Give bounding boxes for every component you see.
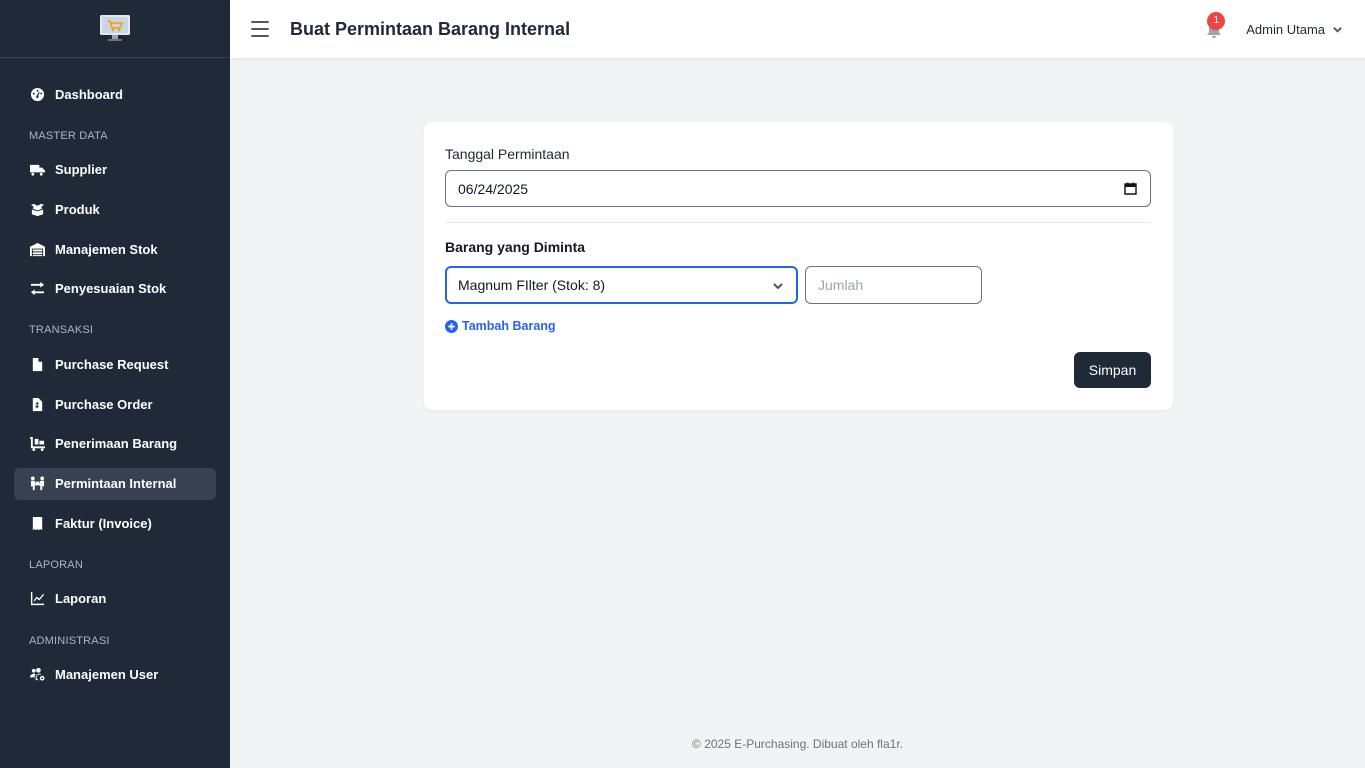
gauge-icon — [29, 86, 45, 102]
header-right: 1 Admin Utama — [1204, 0, 1343, 58]
box-icon — [29, 201, 45, 217]
sidebar-item-manajemen-stok[interactable]: Manajemen Stok — [14, 233, 216, 265]
sidebar-item-purchase-order[interactable]: Purchase Order — [14, 388, 216, 420]
add-item-label: Tambah Barang — [462, 319, 556, 333]
sidebar-item-manajemen-user[interactable]: Manajemen User — [14, 659, 216, 691]
date-field[interactable]: 06/24/2025 — [445, 170, 1151, 207]
file-invoice-icon — [29, 396, 45, 412]
chevron-down-icon — [1333, 26, 1342, 33]
file-icon — [29, 356, 45, 372]
arrows-exchange-icon — [29, 281, 45, 297]
sidebar-item-dashboard[interactable]: Dashboard — [14, 78, 216, 110]
section-title-master-data: MASTER DATA — [29, 129, 108, 142]
divider — [445, 222, 1151, 223]
add-item-button[interactable]: Tambah Barang — [445, 319, 556, 333]
sidebar-logo[interactable] — [0, 0, 230, 58]
plus-circle-icon — [445, 319, 458, 333]
receipt-icon — [29, 515, 45, 531]
item-select[interactable]: Magnum FIlter (Stok: 8) — [445, 266, 798, 304]
sidebar-item-produk[interactable]: Produk — [14, 193, 216, 225]
section-title-transaksi: TRANSAKSI — [29, 324, 94, 337]
sidebar-item-label: Manajemen User — [55, 667, 159, 683]
sidebar-item-penerimaan-barang[interactable]: Penerimaan Barang — [14, 428, 216, 460]
notification-badge: 1 — [1207, 12, 1226, 30]
sidebar: Dashboard MASTER DATA Supplier Produk Ma… — [0, 0, 230, 768]
sidebar-item-label: Manajemen Stok — [55, 241, 158, 257]
date-label: Tanggal Permintaan — [445, 146, 570, 162]
notification-bell-icon[interactable]: 1 — [1204, 12, 1226, 39]
footer-text: © 2025 E-Purchasing. Dibuat oleh fla1r. — [692, 737, 903, 751]
sidebar-item-label: Faktur (Invoice) — [55, 515, 152, 531]
sidebar-item-label: Penyesuaian Stok — [55, 281, 167, 297]
save-button[interactable]: Simpan — [1074, 352, 1151, 388]
sidebar-item-label: Laporan — [55, 591, 107, 607]
date-value: 06/24/2025 — [458, 180, 529, 197]
section-title-laporan: LAPORAN — [29, 558, 83, 571]
sidebar-item-purchase-request[interactable]: Purchase Request — [14, 348, 216, 380]
section-title-administrasi: ADMINISTRASI — [29, 634, 110, 647]
truck-icon — [29, 162, 45, 178]
request-form-card: Tanggal Permintaan 06/24/2025 Barang yan… — [424, 122, 1173, 410]
sidebar-item-label: Penerimaan Barang — [55, 436, 178, 452]
chevron-down-icon — [773, 283, 783, 290]
shopping-cart-monitor-icon — [100, 14, 130, 41]
sidebar-item-permintaan-internal[interactable]: Permintaan Internal — [14, 467, 216, 500]
sidebar-item-label: Produk — [55, 201, 100, 217]
users-cog-icon — [29, 667, 45, 683]
chart-line-icon — [29, 591, 45, 607]
sidebar-item-faktur[interactable]: Faktur (Invoice) — [14, 507, 216, 539]
hamburger-menu-icon[interactable] — [251, 21, 269, 37]
warehouse-icon — [29, 241, 45, 257]
sidebar-nav: Dashboard MASTER DATA Supplier Produk Ma… — [0, 58, 230, 691]
sidebar-item-label: Supplier — [55, 162, 108, 178]
people-carry-icon — [29, 476, 45, 492]
page-title: Buat Permintaan Barang Internal — [290, 18, 571, 39]
items-section-label: Barang yang Diminta — [445, 239, 586, 255]
dolly-icon — [29, 436, 45, 452]
sidebar-item-label: Dashboard — [55, 86, 123, 102]
quantity-placeholder: Jumlah — [818, 277, 864, 293]
sidebar-item-label: Purchase Request — [55, 356, 169, 372]
sidebar-item-penyesuaian-stok[interactable]: Penyesuaian Stok — [14, 273, 216, 305]
selected-item-value: Magnum FIlter (Stok: 8) — [458, 277, 606, 293]
sidebar-item-label: Permintaan Internal — [55, 476, 177, 491]
user-menu[interactable]: Admin Utama — [1246, 22, 1343, 37]
sidebar-item-label: Purchase Order — [55, 396, 153, 412]
top-header: Buat Permintaan Barang Internal 1 Admin … — [230, 0, 1365, 58]
quantity-input[interactable]: Jumlah — [805, 266, 982, 304]
calendar-icon[interactable] — [1124, 182, 1137, 195]
sidebar-item-laporan[interactable]: Laporan — [14, 583, 216, 615]
user-name: Admin Utama — [1246, 21, 1325, 37]
sidebar-item-supplier[interactable]: Supplier — [14, 154, 216, 186]
